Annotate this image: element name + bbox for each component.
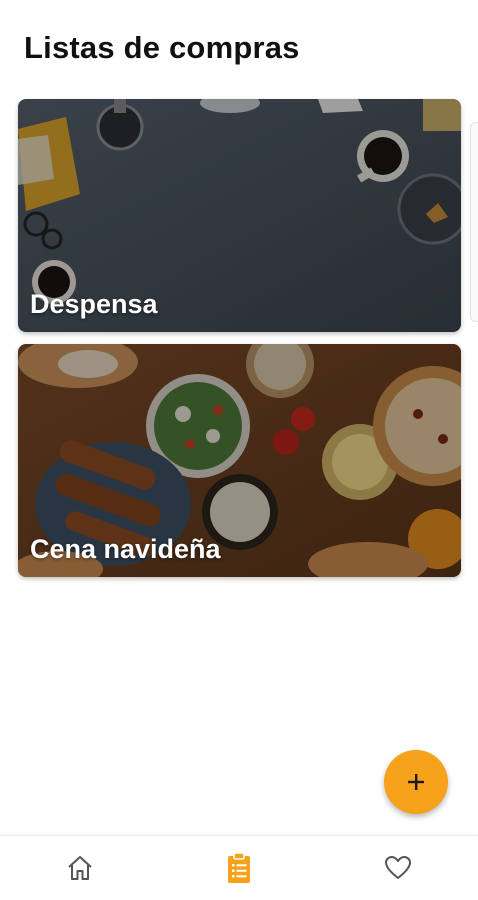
nav-item-lists[interactable] (219, 850, 259, 886)
nav-item-favorites[interactable] (378, 850, 418, 886)
heart-icon (385, 856, 411, 879)
list-card-despensa[interactable]: Despensa (18, 99, 461, 332)
next-card-peek (470, 122, 478, 322)
add-list-button[interactable] (384, 750, 448, 814)
list-card-title: Cena navideña (30, 534, 221, 564)
plus-icon (408, 774, 424, 790)
bottom-navigation (0, 835, 478, 900)
clipboard-list-icon (228, 852, 250, 883)
list-card-title: Despensa (30, 289, 158, 319)
page-title: Listas de compras (24, 30, 300, 65)
nav-item-home[interactable] (60, 850, 100, 886)
list-card-cena-navidena[interactable]: Cena navideña (18, 344, 461, 577)
home-icon (68, 856, 92, 880)
